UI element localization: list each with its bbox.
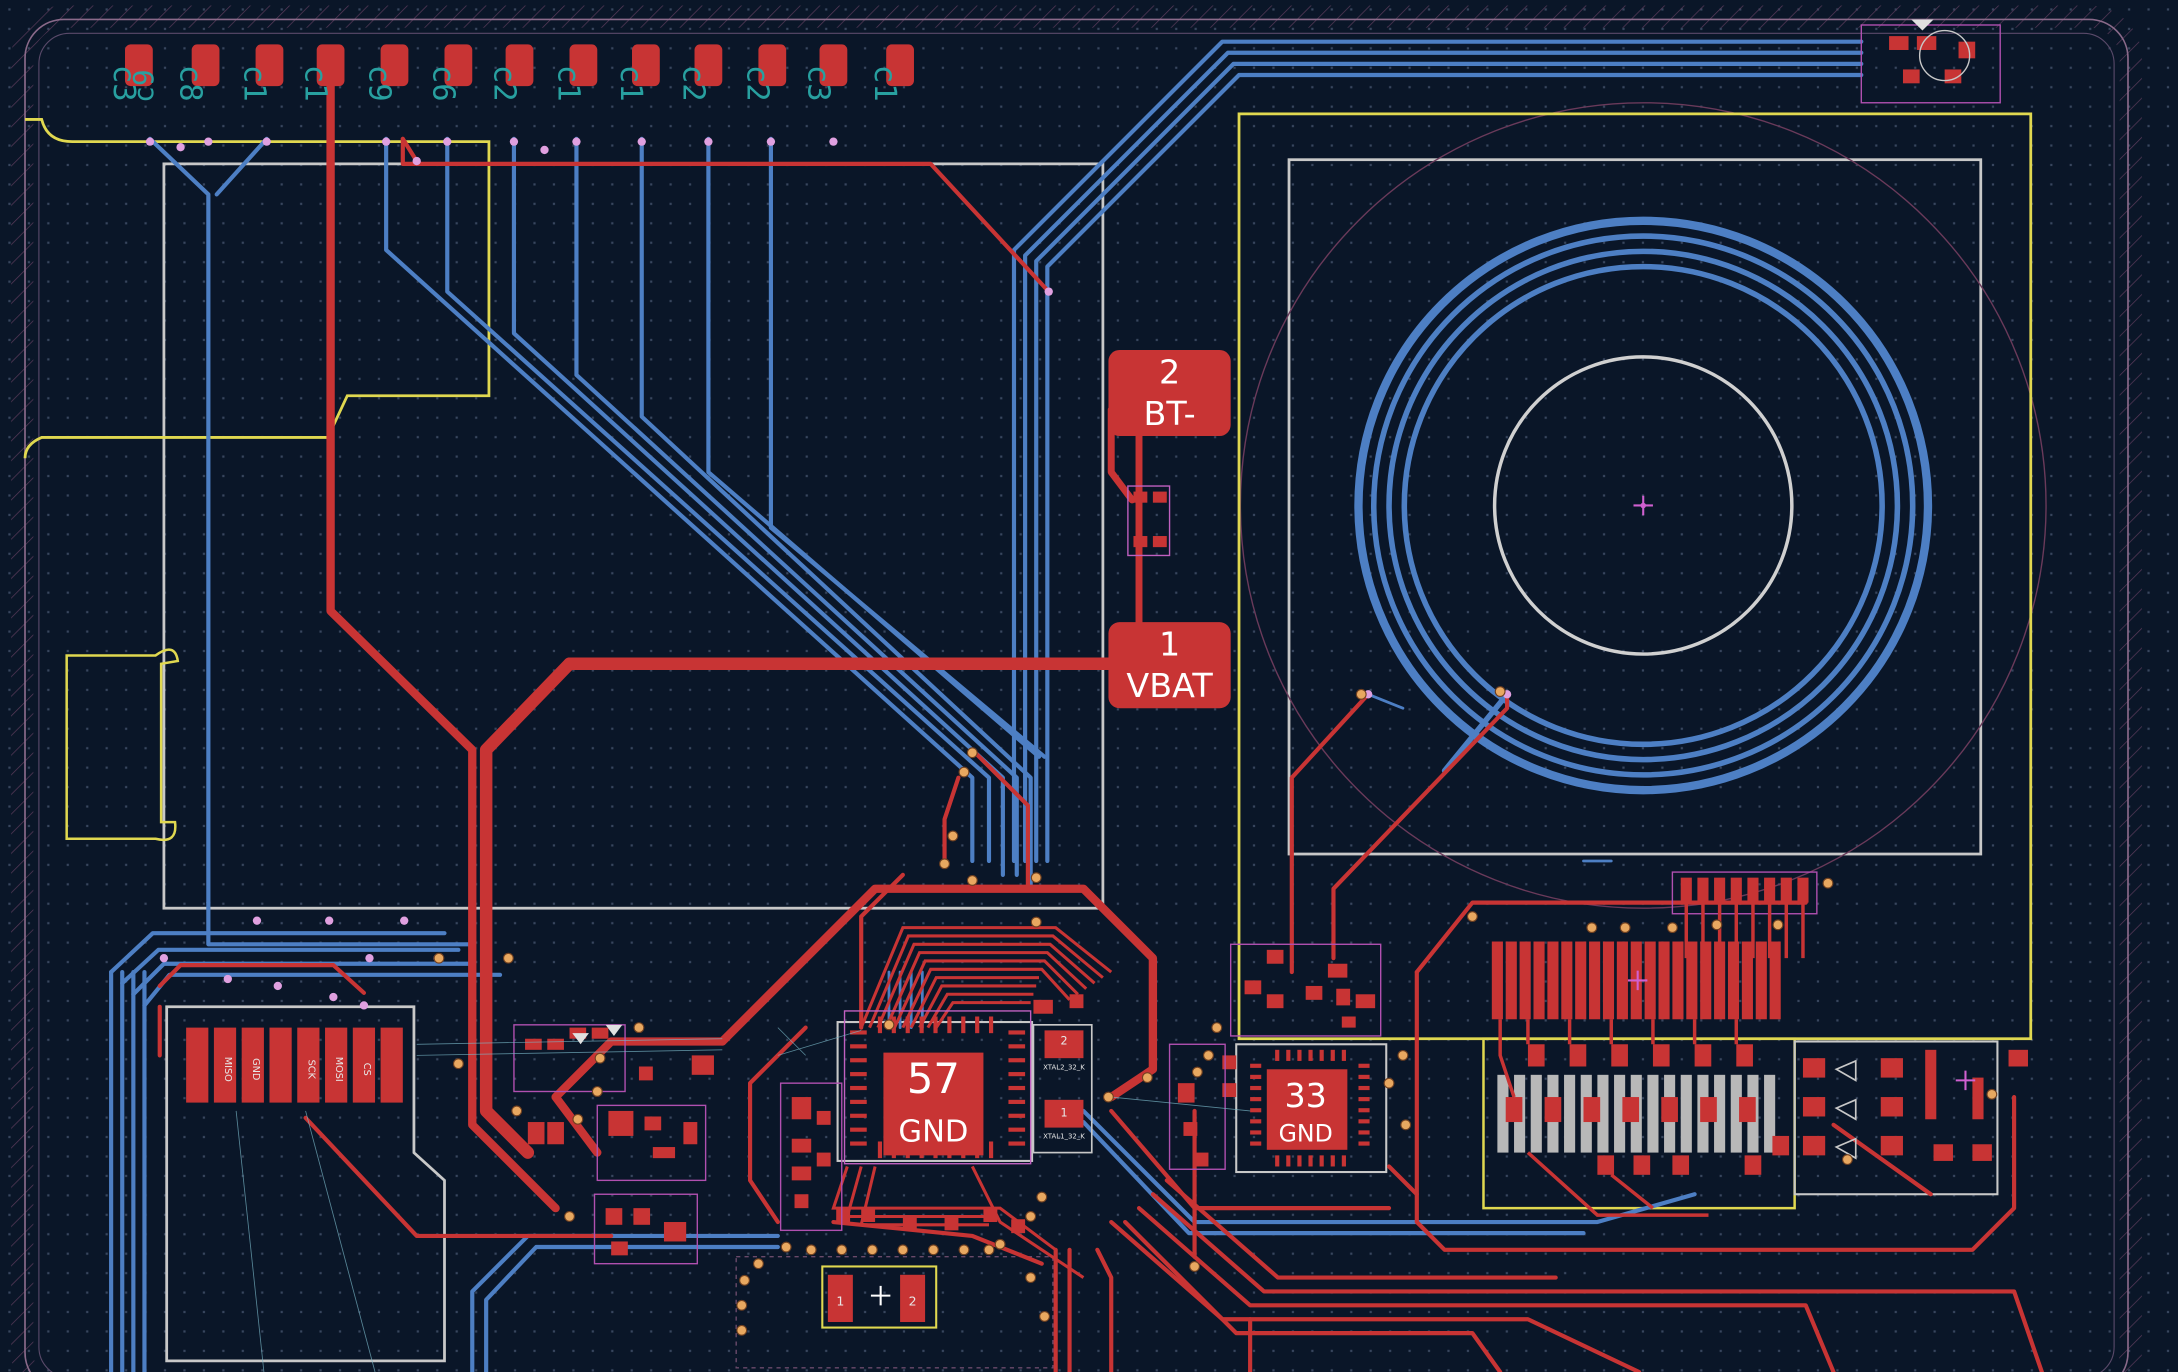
- svg-text:c6: c6: [425, 65, 460, 102]
- mcu-gnd-pad-name: GND: [898, 1114, 968, 1149]
- svg-text:2: 2: [1060, 1034, 1067, 1047]
- ic2-gnd-pad-name: GND: [1279, 1119, 1333, 1147]
- svg-text:c1: c1: [298, 65, 333, 102]
- battery-minus-pad[interactable]: 2 BT-: [1108, 349, 1231, 437]
- svg-text:c2: c2: [486, 65, 521, 102]
- svg-text:c1: c1: [867, 65, 902, 102]
- sd-pin-miso: MISO: [222, 1057, 233, 1082]
- vbat-pad[interactable]: 1 VBAT: [1108, 622, 1231, 709]
- xtal-label-2: XTAL2_32_K: [1043, 1063, 1085, 1071]
- svg-text:c2: c2: [739, 65, 774, 102]
- svg-text:c9: c9: [361, 65, 396, 102]
- svg-text:c1: c1: [236, 65, 271, 102]
- xtal-label-1: XTAL1_32_K: [1043, 1133, 1085, 1141]
- pcb-layout-canvas[interactable]: c9 c3 c8 c1 c1 c9 c6 c2 c1 c1 c2 c2 c3 c…: [0, 0, 2178, 1372]
- svg-text:c3: c3: [106, 65, 141, 102]
- svg-text:2: 2: [909, 1293, 917, 1308]
- sd-pin-sck: SCK: [305, 1060, 316, 1080]
- ic2-gnd-pad-number: 33: [1284, 1076, 1326, 1115]
- svg-text:c1: c1: [613, 65, 648, 102]
- sd-pin-gnd: GND: [250, 1058, 261, 1080]
- svg-text:1: 1: [836, 1293, 844, 1308]
- svg-text:c8: c8: [173, 65, 208, 102]
- sd-pin-mosi: MOSI: [333, 1057, 344, 1082]
- vbat-pad-number: 1: [1159, 624, 1180, 663]
- svg-text:1: 1: [1060, 1106, 1067, 1119]
- mcu-gnd-pad-number: 57: [907, 1054, 960, 1103]
- bt-minus-pad-name: BT-: [1143, 394, 1195, 433]
- vbat-pad-name: VBAT: [1126, 666, 1213, 705]
- svg-text:c3: c3: [800, 65, 835, 102]
- svg-text:c2: c2: [675, 65, 710, 102]
- svg-text:c1: c1: [550, 65, 585, 102]
- sd-pin-cs: CS: [361, 1063, 372, 1076]
- bt-minus-pad-number: 2: [1159, 352, 1180, 391]
